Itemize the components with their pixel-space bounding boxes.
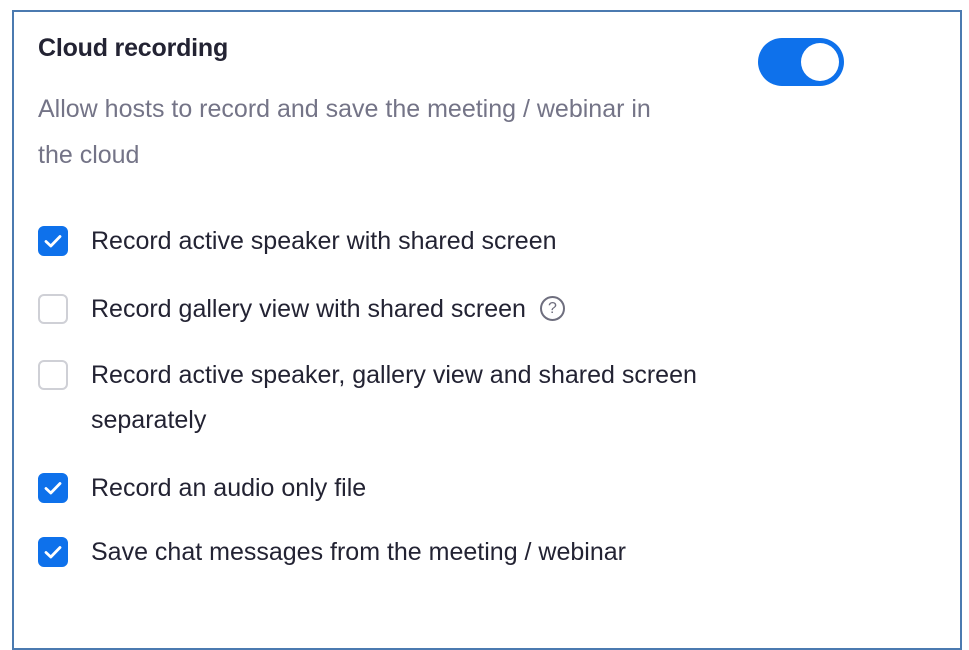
toggle-knob [801, 43, 839, 81]
checkbox-unchecked[interactable] [38, 294, 68, 324]
option-label-wrap: Record gallery view with shared screen? [91, 287, 711, 332]
checkbox-unchecked[interactable] [38, 360, 68, 390]
checkmark-icon [44, 482, 62, 495]
option-record-separately[interactable]: Record active speaker, gallery view and … [38, 353, 731, 443]
checkbox-checked[interactable] [38, 473, 68, 503]
option-label: Record gallery view with shared screen [91, 295, 526, 323]
checkmark-icon [44, 546, 62, 559]
option-label: Record active speaker with shared screen [91, 227, 557, 255]
setting-description: Allow hosts to record and save the meeti… [38, 95, 651, 169]
option-record-audio-only[interactable]: Record an audio only file [38, 466, 711, 511]
cloud-recording-toggle[interactable] [758, 38, 844, 86]
checkmark-icon [44, 235, 62, 248]
option-record-active-speaker[interactable]: Record active speaker with shared screen [38, 219, 711, 264]
option-label: Save chat messages from the meeting / we… [91, 538, 626, 566]
setting-title: Cloud recording [38, 34, 229, 62]
checkbox-checked[interactable] [38, 537, 68, 567]
checkbox-checked[interactable] [38, 226, 68, 256]
option-save-chat-messages[interactable]: Save chat messages from the meeting / we… [38, 530, 651, 575]
option-label: Record an audio only file [91, 474, 367, 502]
option-label: Record active speaker, gallery view and … [91, 361, 697, 434]
question-circle-icon[interactable]: ? [539, 295, 565, 321]
option-record-gallery-view[interactable]: Record gallery view with shared screen? [38, 287, 711, 332]
